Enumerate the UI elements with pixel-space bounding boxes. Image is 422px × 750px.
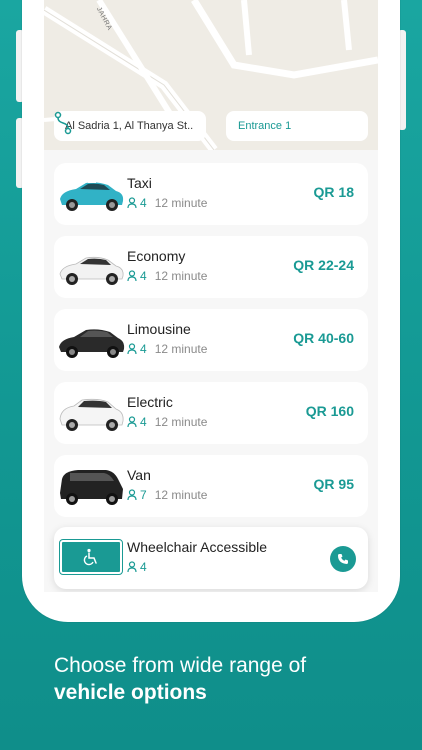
vehicle-meta: 4 12 minute	[127, 196, 207, 210]
route-icon	[54, 111, 226, 141]
van-icon	[60, 470, 123, 505]
seat-count-value: 4	[140, 196, 147, 210]
vehicle-option-van[interactable]: Van 7 12 minute QR 95	[54, 455, 368, 517]
promo-caption: Choose from wide range of vehicle option…	[54, 652, 394, 706]
vehicle-meta: 4	[127, 560, 155, 574]
limousine-car-icon	[59, 329, 125, 358]
vehicle-meta: 4 12 minute	[127, 269, 207, 283]
eta-text: 12 minute	[154, 415, 208, 429]
person-icon	[127, 489, 137, 501]
vehicle-name: Van	[127, 467, 151, 483]
vehicle-option-electric[interactable]: Electric 4 12 minute QR 160	[54, 382, 368, 444]
vehicle-name: Economy	[127, 248, 186, 264]
vehicle-name: Electric	[127, 394, 173, 410]
vehicle-option-limousine[interactable]: Limousine 4 12 minute QR 40-60	[54, 309, 368, 371]
vehicle-option-taxi[interactable]: Taxi 4 12 minute QR 18	[54, 163, 368, 225]
person-icon	[127, 416, 137, 428]
vehicle-meta: 7 12 minute	[127, 488, 207, 502]
caption-line-1: Choose from wide range of	[54, 654, 307, 677]
seat-count: 4	[127, 560, 147, 574]
vehicle-meta: 4 12 minute	[127, 342, 207, 356]
pickup-location-field[interactable]: Al Sadria 1, Al Thanya St..	[54, 111, 206, 141]
call-button[interactable]	[330, 546, 356, 572]
seat-count-value: 4	[140, 415, 147, 429]
person-icon	[127, 197, 137, 209]
vehicle-name: Wheelchair Accessible	[127, 539, 268, 555]
route-bar: Al Sadria 1, Al Thanya St.. Entrance 1	[54, 111, 368, 141]
person-icon	[127, 561, 137, 573]
electric-suv-icon	[59, 398, 124, 431]
seat-count-value: 4	[140, 269, 147, 283]
vehicle-price: QR 40-60	[293, 330, 354, 346]
person-icon	[127, 270, 137, 282]
seat-count: 4	[127, 269, 147, 283]
eta-text: 12 minute	[154, 196, 208, 210]
wheelchair-icon	[59, 539, 123, 575]
seat-count: 4	[127, 196, 147, 210]
taxi-car-icon	[60, 180, 124, 211]
person-icon	[127, 343, 137, 355]
seat-count: 4	[127, 342, 147, 356]
vehicle-price: QR 18	[313, 184, 354, 200]
seat-count-value: 4	[140, 342, 147, 356]
phone-icon	[338, 554, 348, 564]
phone-frame: JAHRA Al Sadria 1, Al Thanya St.. Entran…	[22, 0, 400, 622]
eta-text: 12 minute	[154, 269, 208, 283]
dropoff-location-field[interactable]: Entrance 1	[226, 111, 368, 141]
vehicle-option-wheelchair[interactable]: Wheelchair Accessible 4	[54, 527, 368, 589]
vehicle-name: Limousine	[127, 321, 191, 337]
eta-text: 12 minute	[154, 342, 208, 356]
vehicle-name: Taxi	[127, 175, 152, 191]
vehicle-price: QR 160	[305, 403, 354, 419]
caption-line-2: vehicle options	[54, 681, 207, 704]
app-screen: JAHRA Al Sadria 1, Al Thanya St.. Entran…	[44, 0, 378, 592]
seat-count: 7	[127, 488, 147, 502]
seat-count-value: 4	[140, 560, 147, 574]
seat-count-value: 7	[140, 488, 147, 502]
seat-count: 4	[127, 415, 147, 429]
vehicle-price: QR 95	[313, 476, 354, 492]
vehicle-price: QR 22-24	[293, 257, 354, 273]
vehicle-meta: 4 12 minute	[127, 415, 207, 429]
sedan-car-icon	[59, 256, 124, 285]
vehicle-option-economy[interactable]: Economy 4 12 minute QR 22-24	[54, 236, 368, 298]
map-view[interactable]: JAHRA Al Sadria 1, Al Thanya St.. Entran…	[44, 0, 378, 150]
eta-text: 12 minute	[154, 488, 208, 502]
